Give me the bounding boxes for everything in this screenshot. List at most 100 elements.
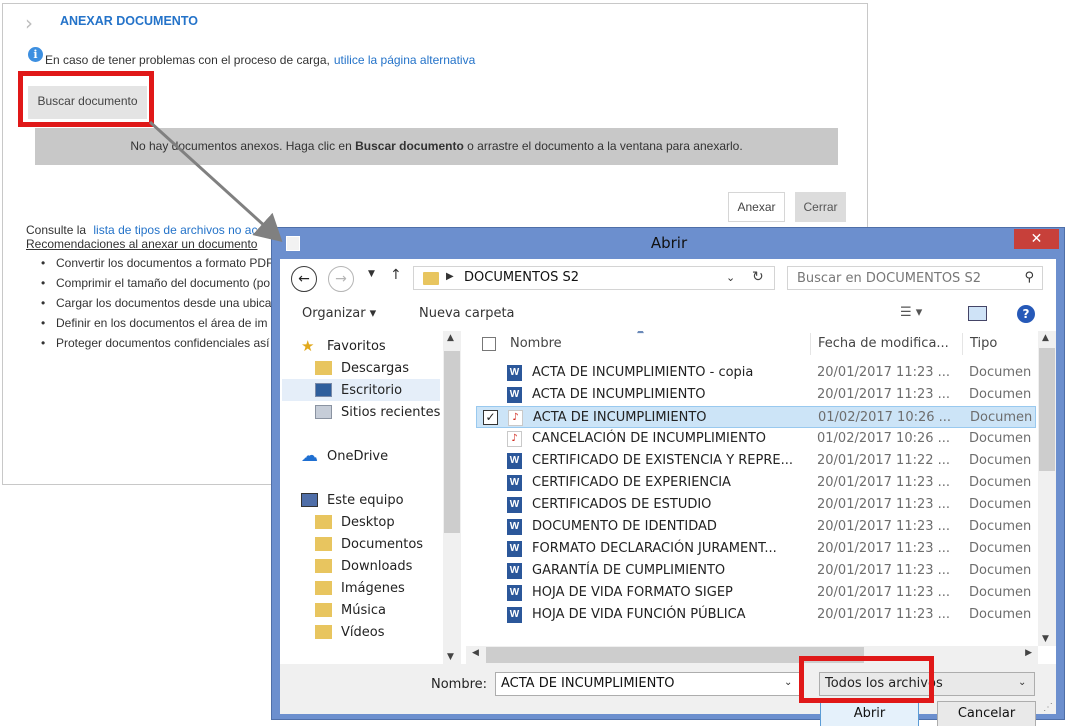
- file-row[interactable]: W FORMATO DECLARACIÓN JURAMENT... 20/01/…: [476, 538, 1036, 560]
- folder-icon: [423, 272, 439, 285]
- column-header-date[interactable]: Fecha de modifica...: [818, 331, 949, 361]
- dialog-body: ← → ▼ ↑ ▶ DOCUMENTOS S2 ⌄ ↻ Buscar en DO…: [280, 259, 1056, 726]
- navigation-scrollbar[interactable]: ▲ ▼: [443, 331, 461, 664]
- chevron-down-icon[interactable]: ⌄: [726, 271, 735, 284]
- column-header-name[interactable]: Nombre: [510, 331, 562, 361]
- scroll-down-icon[interactable]: ▼: [447, 652, 454, 662]
- word-document-icon: W: [507, 563, 522, 579]
- drop-text-before: No hay documentos anexos. Haga clic en: [130, 139, 352, 153]
- close-button[interactable]: ✕: [1014, 229, 1059, 249]
- file-name: DOCUMENTO DE IDENTIDAD: [532, 519, 717, 534]
- scroll-thumb[interactable]: [1039, 348, 1055, 471]
- alternate-page-link[interactable]: utilice la página alternativa: [334, 53, 475, 67]
- file-row[interactable]: W CERTIFICADOS DE ESTUDIO 20/01/2017 11:…: [476, 494, 1036, 516]
- nav-item-label: Downloads: [341, 558, 413, 574]
- file-list-vertical-scrollbar[interactable]: ▲ ▼: [1038, 331, 1056, 646]
- nav-item-favoritos[interactable]: ★ Favoritos: [301, 335, 386, 357]
- file-date: 01/02/2017 10:26 ...: [818, 410, 952, 425]
- info-text: En caso de tener problemas con el proces…: [45, 52, 330, 67]
- anexar-button[interactable]: Anexar: [728, 192, 785, 222]
- file-type: Documen: [969, 541, 1032, 556]
- preview-pane-icon[interactable]: [968, 306, 987, 321]
- consult-line: Consulte la lista de tipos de archivos n…: [26, 223, 271, 237]
- file-date: 20/01/2017 11:23 ...: [817, 365, 951, 380]
- drop-zone[interactable]: No hay documentos anexos. Haga clic en B…: [35, 128, 838, 165]
- word-document-icon: W: [507, 453, 522, 469]
- help-icon[interactable]: ?: [1017, 305, 1035, 323]
- column-separator[interactable]: [962, 333, 963, 355]
- file-row[interactable]: ♪ CANCELACIÓN DE INCUMPLIMIENTO 01/02/20…: [476, 428, 1036, 450]
- computer-icon: [301, 493, 318, 507]
- file-row[interactable]: W CERTIFICADO DE EXISTENCIA Y REPRE... 2…: [476, 450, 1036, 472]
- breadcrumb-separator-icon[interactable]: ▶: [446, 271, 454, 282]
- file-row[interactable]: W CERTIFICADO DE EXPERIENCIA 20/01/2017 …: [476, 472, 1036, 494]
- column-header-type[interactable]: Tipo: [970, 331, 997, 361]
- file-row[interactable]: W DOCUMENTO DE IDENTIDAD 20/01/2017 11:2…: [476, 516, 1036, 538]
- file-date: 20/01/2017 11:22 ...: [817, 453, 951, 468]
- column-separator[interactable]: [810, 333, 811, 355]
- refresh-icon[interactable]: ↻: [752, 269, 764, 285]
- nav-item-sitios-recientes[interactable]: Sitios recientes: [315, 401, 440, 423]
- checkmark-icon[interactable]: ✓: [483, 410, 498, 425]
- file-date: 20/01/2017 11:23 ...: [817, 519, 951, 534]
- nav-item-descargas[interactable]: Descargas: [315, 357, 409, 379]
- view-options-icon[interactable]: ☰ ▾: [900, 305, 922, 320]
- nav-item-este-equipo[interactable]: Este equipo: [301, 489, 404, 511]
- file-type: Documen: [969, 607, 1032, 622]
- address-bar[interactable]: ▶ DOCUMENTOS S2 ⌄ ↻: [413, 266, 775, 290]
- organizar-menu[interactable]: Organizar ▾: [302, 306, 376, 321]
- highlight-box-abrir: [799, 656, 934, 703]
- scroll-up-icon[interactable]: ▲: [1042, 333, 1049, 343]
- chevron-down-icon[interactable]: ⌄: [784, 677, 792, 688]
- nav-item-imagenes[interactable]: Imágenes: [315, 577, 405, 599]
- file-name: CANCELACIÓN DE INCUMPLIMIENTO: [532, 431, 766, 446]
- panel-title: ANEXAR DOCUMENTO: [60, 14, 198, 28]
- nav-item-escritorio[interactable]: Escritorio: [282, 379, 440, 401]
- nav-item-label: Imágenes: [341, 580, 405, 596]
- file-type: Documen: [969, 519, 1032, 534]
- nav-item-musica[interactable]: Música: [315, 599, 386, 621]
- search-icon[interactable]: ⚲: [1024, 270, 1034, 285]
- scroll-up-icon[interactable]: ▲: [447, 333, 454, 343]
- scroll-thumb[interactable]: [444, 351, 460, 533]
- nav-item-label: Sitios recientes: [341, 404, 441, 420]
- file-name-input[interactable]: ACTA DE INCUMPLIMIENTO: [495, 672, 801, 696]
- search-input[interactable]: Buscar en DOCUMENTOS S2 ⚲: [787, 266, 1043, 290]
- file-list-horizontal-scrollbar[interactable]: ◀ ▶: [466, 646, 1038, 664]
- forward-arrow-icon[interactable]: →: [328, 266, 354, 292]
- chevron-down-icon[interactable]: ⌄: [1018, 677, 1026, 688]
- word-document-icon: W: [507, 387, 522, 403]
- file-name: ACTA DE INCUMPLIMIENTO - copia: [532, 365, 754, 380]
- nav-item-desktop[interactable]: Desktop: [315, 511, 395, 533]
- up-arrow-icon[interactable]: ↑: [390, 267, 402, 283]
- select-all-checkbox[interactable]: [482, 337, 496, 351]
- recent-locations-chevron-icon[interactable]: ▼: [368, 269, 375, 279]
- recommendations-list: Convertir los documentos a formato PDF C…: [41, 253, 273, 353]
- file-row[interactable]: W HOJA DE VIDA FUNCIÓN PÚBLICA 20/01/201…: [476, 604, 1036, 626]
- nav-item-documentos[interactable]: Documentos: [315, 533, 423, 555]
- file-row[interactable]: W GARANTÍA DE CUMPLIMIENTO 20/01/2017 11…: [476, 560, 1036, 582]
- file-row[interactable]: W ACTA DE INCUMPLIMIENTO - copia 20/01/2…: [476, 362, 1036, 384]
- resize-grip-icon[interactable]: ⋰: [1043, 702, 1053, 713]
- address-path[interactable]: DOCUMENTOS S2: [464, 270, 579, 285]
- scroll-down-icon[interactable]: ▼: [1042, 634, 1049, 644]
- file-row[interactable]: W ACTA DE INCUMPLIMIENTO 20/01/2017 11:2…: [476, 384, 1036, 406]
- scroll-left-icon[interactable]: ◀: [472, 648, 479, 658]
- nav-item-videos[interactable]: Vídeos: [315, 621, 384, 643]
- nueva-carpeta-button[interactable]: Nueva carpeta: [419, 306, 515, 321]
- file-name: FORMATO DECLARACIÓN JURAMENT...: [532, 541, 777, 556]
- scroll-right-icon[interactable]: ▶: [1025, 648, 1032, 658]
- file-row-selected[interactable]: ✓ ♪ ACTA DE INCUMPLIMIENTO 01/02/2017 10…: [476, 406, 1036, 428]
- recommendation-item: Comprimir el tamaño del documento (po: [41, 273, 273, 293]
- file-types-link[interactable]: lista de tipos de archivos no acep: [93, 223, 270, 237]
- recommendation-item: Definir en los documentos el área de im: [41, 313, 273, 333]
- file-name: ACTA DE INCUMPLIMIENTO: [532, 387, 706, 402]
- nav-item-downloads[interactable]: Downloads: [315, 555, 412, 577]
- back-arrow-icon[interactable]: ←: [291, 266, 317, 292]
- cancel-button[interactable]: Cancelar: [937, 701, 1036, 726]
- cerrar-button[interactable]: Cerrar: [795, 192, 846, 222]
- word-document-icon: W: [507, 497, 522, 513]
- open-button[interactable]: Abrir: [820, 701, 919, 726]
- nav-item-onedrive[interactable]: ☁ OneDrive: [301, 445, 388, 467]
- file-row[interactable]: W HOJA DE VIDA FORMATO SIGEP 20/01/2017 …: [476, 582, 1036, 604]
